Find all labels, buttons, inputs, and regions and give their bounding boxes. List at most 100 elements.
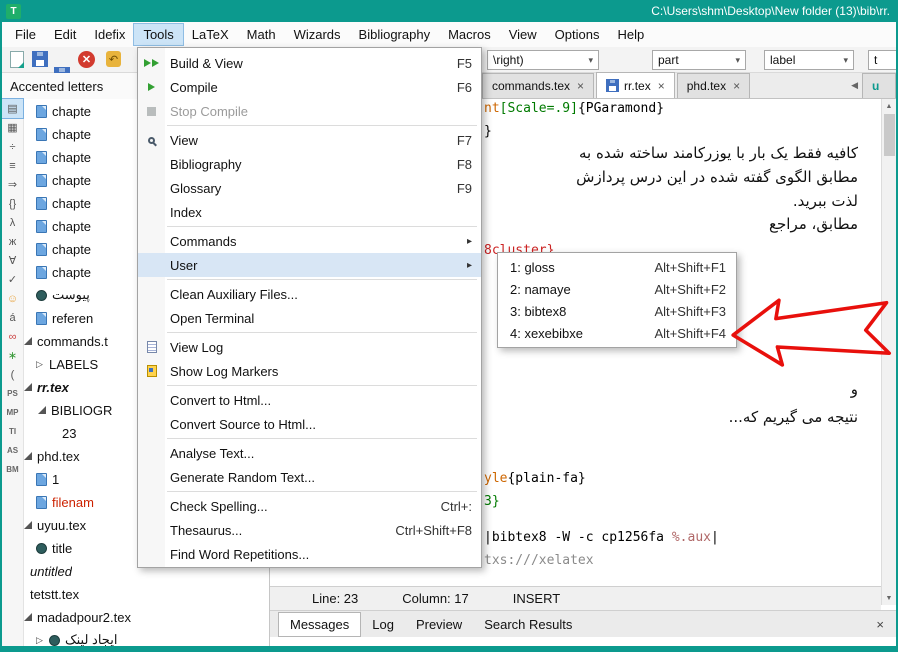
menu-item-analyse-text[interactable]: Analyse Text...: [138, 441, 481, 465]
undo-icon[interactable]: ↶: [106, 51, 121, 67]
menu-idefix[interactable]: Idefix: [85, 24, 134, 45]
submenu-item-bibtex8[interactable]: 3: bibtex8Alt+Shift+F3: [498, 300, 736, 322]
sectioning-dropdown[interactable]: part ▾: [652, 50, 746, 70]
menu-item-check-spelling[interactable]: Check Spelling...Ctrl+:: [138, 494, 481, 518]
menu-item-index[interactable]: Index: [138, 200, 481, 224]
new-document-icon[interactable]: [10, 51, 24, 68]
menu-edit[interactable]: Edit: [45, 24, 85, 45]
infinity-icon[interactable]: ∞: [2, 327, 23, 346]
check-symbols-icon[interactable]: ✓: [2, 270, 23, 289]
menu-bibliography[interactable]: Bibliography: [350, 24, 440, 45]
close-icon[interactable]: ×: [658, 79, 665, 93]
menu-item-compile[interactable]: CompileF6: [138, 75, 481, 99]
greek-icon[interactable]: λ: [2, 213, 23, 232]
operators-icon[interactable]: ÷: [2, 137, 23, 156]
menu-macros[interactable]: Macros: [439, 24, 500, 45]
menu-item-find-word-repetitions[interactable]: Find Word Repetitions...: [138, 542, 481, 566]
scrollbar-thumb[interactable]: [884, 114, 895, 156]
menu-item-label: 2: namaye: [510, 282, 571, 297]
scroll-up-icon[interactable]: ▲: [882, 99, 896, 113]
accents-icon[interactable]: á: [2, 308, 23, 327]
menu-item-glossary[interactable]: GlossaryF9: [138, 176, 481, 200]
menu-item-thesaurus[interactable]: Thesaurus...Ctrl+Shift+F8: [138, 518, 481, 542]
tab-preview[interactable]: Preview: [405, 613, 473, 636]
expander-open-icon[interactable]: [24, 521, 32, 529]
asterisk-icon[interactable]: ∗: [2, 346, 23, 365]
expander-open-icon[interactable]: [24, 337, 32, 345]
menu-tools[interactable]: Tools: [134, 24, 182, 45]
pstricks-icon[interactable]: PS: [2, 384, 23, 403]
expander-open-icon[interactable]: [38, 406, 46, 414]
tab-phd-tex[interactable]: phd.tex ×: [677, 73, 750, 98]
menu-options[interactable]: Options: [546, 24, 609, 45]
tab-scroll-left-icon[interactable]: ◀: [847, 80, 862, 91]
brackets-icon[interactable]: (: [2, 365, 23, 384]
menu-wizards[interactable]: Wizards: [285, 24, 350, 45]
menu-file[interactable]: File: [6, 24, 45, 45]
structure-icon[interactable]: ▤: [2, 99, 23, 118]
submenu-item-gloss[interactable]: 1: glossAlt+Shift+F1: [498, 256, 736, 278]
menu-view[interactable]: View: [500, 24, 546, 45]
expander-closed-icon[interactable]: ▷: [36, 635, 46, 646]
menu-item-convert-to-html[interactable]: Convert to Html...: [138, 388, 481, 412]
tab-partial[interactable]: u: [862, 73, 896, 98]
relations-icon[interactable]: ≡: [2, 156, 23, 175]
menu-item-bibliography[interactable]: BibliographyF8: [138, 152, 481, 176]
submenu-item-namaye[interactable]: 2: namaye Alt+Shift+F2: [498, 278, 736, 300]
tab-commands-tex[interactable]: commands.tex ×: [482, 73, 594, 98]
smiley-icon[interactable]: ☺: [2, 289, 23, 308]
menu-item-show-log-markers[interactable]: Show Log Markers: [138, 359, 481, 383]
math-misc-icon[interactable]: ∀: [2, 251, 23, 270]
tree-item-label: chapte: [52, 265, 91, 280]
tab-search-results[interactable]: Search Results: [473, 613, 583, 636]
tab-messages[interactable]: Messages: [278, 612, 361, 637]
tree-item-label: chapte: [52, 242, 91, 257]
expander-closed-icon[interactable]: ▷: [36, 359, 46, 370]
expander-open-icon[interactable]: [24, 383, 32, 391]
tree-item-tetstt[interactable]: tetstt.tex: [22, 583, 268, 605]
menu-item-convert-source-to-html[interactable]: Convert Source to Html...: [138, 412, 481, 436]
menu-item-build-and-view[interactable]: Build & ViewF5: [138, 51, 481, 75]
submenu-arrow-icon: ▸: [467, 260, 472, 271]
arrows-icon[interactable]: ⇒: [2, 175, 23, 194]
menu-item-view[interactable]: ViewF7: [138, 128, 481, 152]
menu-item-view-log[interactable]: View Log: [138, 335, 481, 359]
tree-item-madadpour[interactable]: madadpour2.tex: [22, 606, 268, 628]
expander-open-icon[interactable]: [24, 613, 32, 621]
text-style-dropdown[interactable]: t: [868, 50, 898, 70]
menu-item-open-terminal[interactable]: Open Terminal: [138, 306, 481, 330]
menu-item-clean-auxiliary-files[interactable]: Clean Auxiliary Files...: [138, 282, 481, 306]
cyrillic-icon[interactable]: ж: [2, 232, 23, 251]
submenu-item-xexebibxe[interactable]: 4: xexebibxeAlt+Shift+F4: [498, 322, 736, 344]
close-icon[interactable]: ×: [577, 79, 584, 93]
tree-item-label: filenam: [52, 495, 94, 510]
save-icon[interactable]: [32, 51, 48, 67]
beamer-icon[interactable]: BM: [2, 460, 23, 479]
log-panel-icon[interactable]: ▦: [2, 118, 23, 137]
asymptote-icon[interactable]: AS: [2, 441, 23, 460]
menu-item-commands[interactable]: Commands▸: [138, 229, 481, 253]
close-icon[interactable]: ×: [733, 79, 740, 93]
close-document-icon[interactable]: ✕: [78, 51, 95, 68]
scroll-down-icon[interactable]: ▼: [882, 591, 896, 605]
menu-latex[interactable]: LaTeX: [183, 24, 238, 45]
menu-item-generate-random-text[interactable]: Generate Random Text...: [138, 465, 481, 489]
menu-item-user[interactable]: User▸: [138, 253, 481, 277]
menu-shortcut: Alt+Shift+F2: [654, 282, 726, 297]
menu-help[interactable]: Help: [608, 24, 653, 45]
editor-scrollbar[interactable]: ▲ ▼: [881, 99, 896, 605]
expander-open-icon[interactable]: [24, 452, 32, 460]
close-icon[interactable]: ×: [876, 617, 896, 632]
tikz-icon[interactable]: TI: [2, 422, 23, 441]
tab-log[interactable]: Log: [361, 613, 405, 636]
metapost-icon[interactable]: MP: [2, 403, 23, 422]
delimiters-icon[interactable]: {}: [2, 194, 23, 213]
tab-rr-tex[interactable]: rr.tex ×: [596, 72, 675, 98]
document-icon: [36, 266, 47, 279]
math-delimiter-dropdown[interactable]: \right) ▾: [487, 50, 599, 70]
menu-item-label: Index: [165, 205, 202, 220]
window-border-bottom: [0, 646, 898, 652]
app-icon: T: [6, 4, 21, 19]
menu-math[interactable]: Math: [238, 24, 285, 45]
label-dropdown[interactable]: label ▾: [764, 50, 854, 70]
